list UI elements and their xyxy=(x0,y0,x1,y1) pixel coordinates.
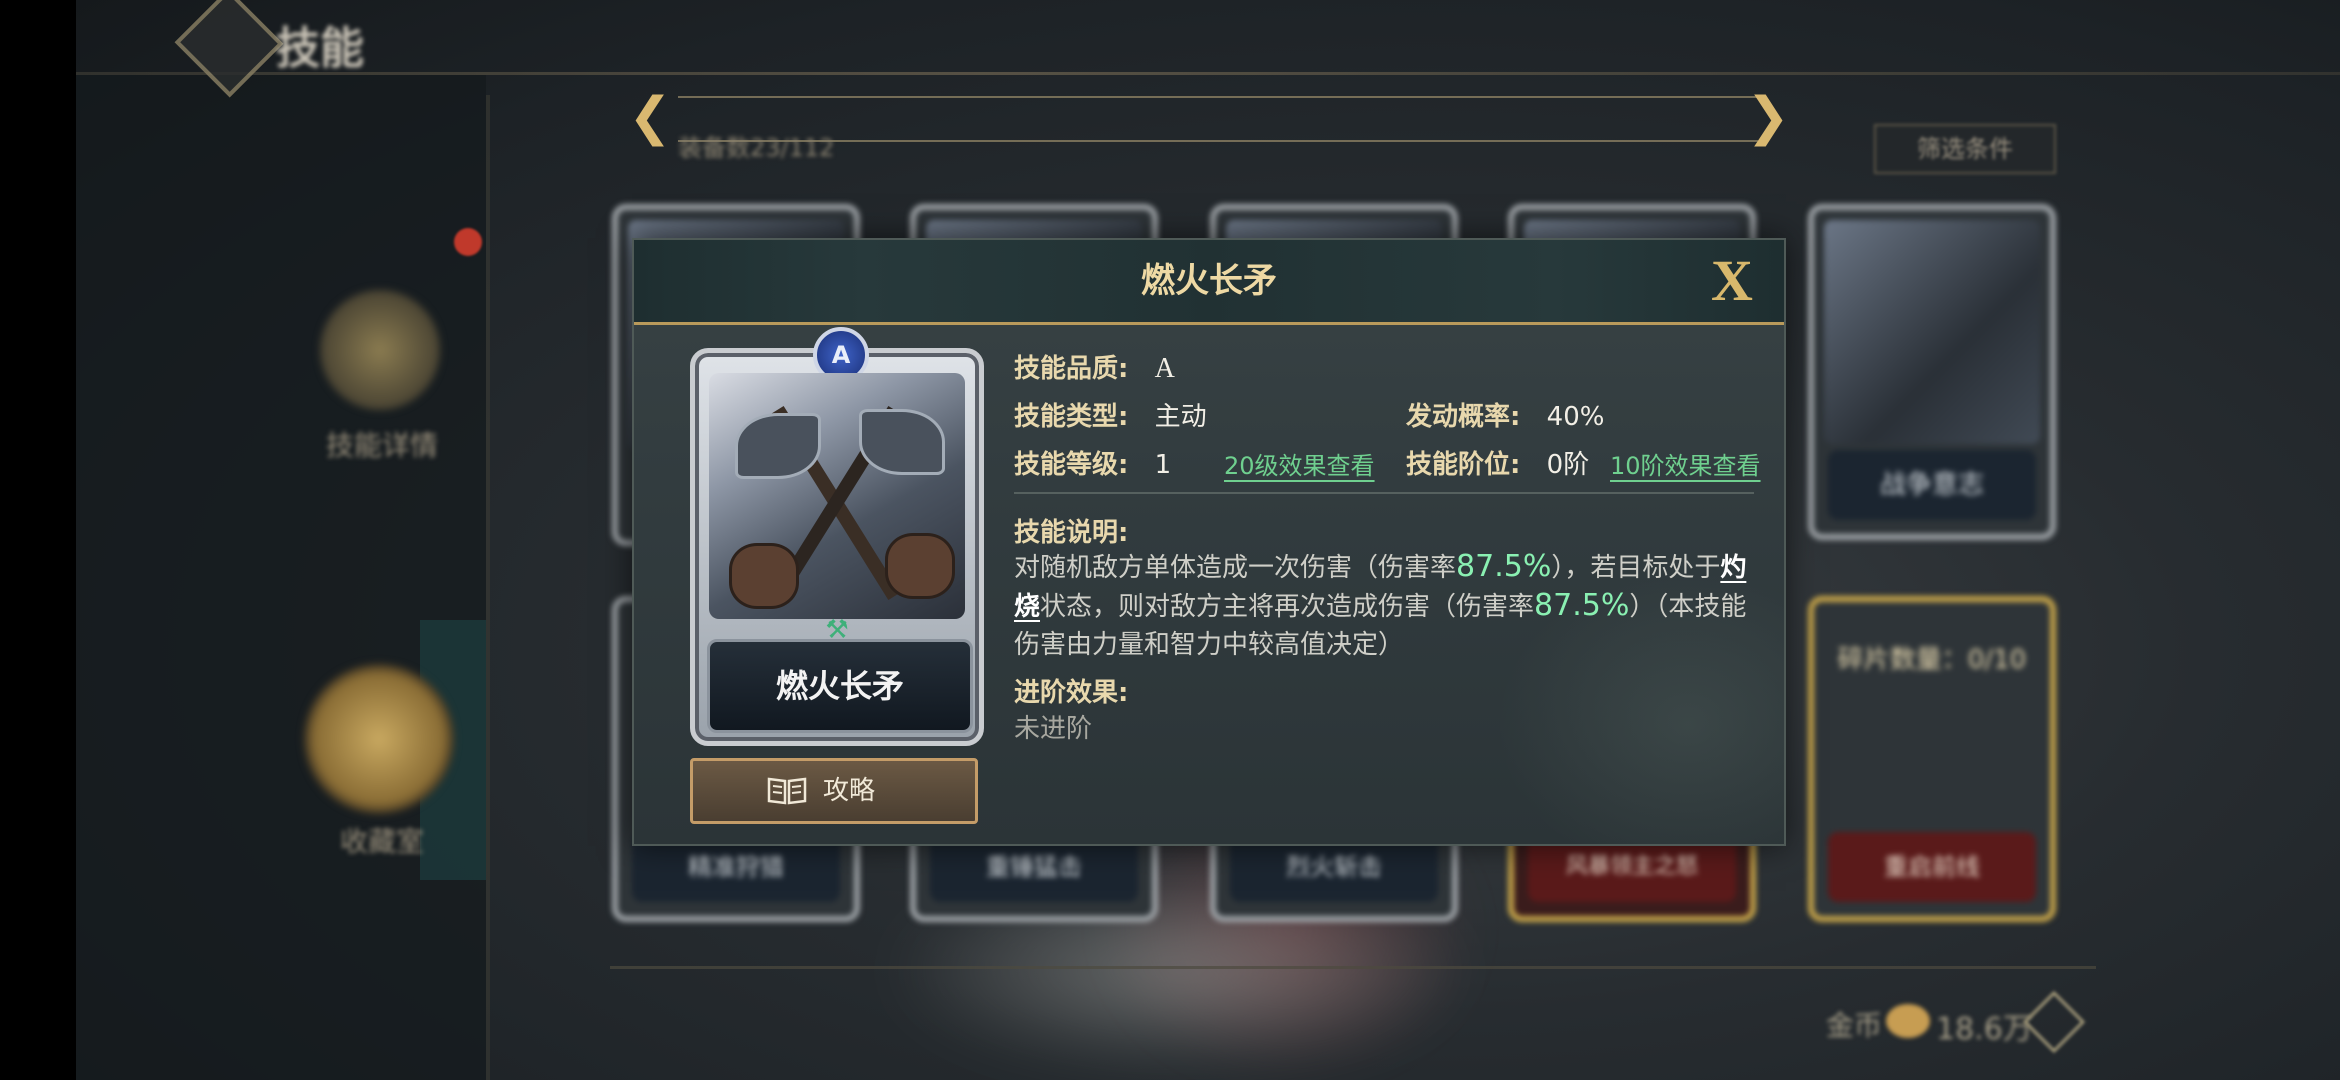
card-label-text: 战争意志 xyxy=(1879,470,1984,500)
currency-amount: 18.6万 xyxy=(1936,1012,2033,1047)
description-label-row: 技能说明: xyxy=(1014,512,1128,549)
dialog-title: 燃火长矛 xyxy=(1141,261,1277,301)
description-text: 对随机敌方单体造成一次伤害（伤害率 xyxy=(1014,553,1457,583)
trigger-row: 发动概率: 40% xyxy=(1406,396,1604,433)
page-title: 技能 xyxy=(276,23,364,74)
quality-value: A xyxy=(1154,353,1175,384)
gauntlet xyxy=(729,543,799,609)
bottom-divider xyxy=(610,966,2096,969)
level-effect-link[interactable]: 20级效果查看 xyxy=(1224,452,1375,480)
guide-button[interactable]: 攻略 xyxy=(690,758,978,824)
quality-label: 技能品质: xyxy=(1014,354,1129,384)
description-label: 技能说明: xyxy=(1014,518,1129,548)
filter-dropdown[interactable]: 筛选条件 xyxy=(1874,124,2056,174)
card-art xyxy=(1824,220,2040,444)
fragment-count: 碎片数量：0/10 xyxy=(1837,645,2027,675)
damage-rate: 87.5% xyxy=(1456,549,1552,584)
left-divider xyxy=(486,95,490,1080)
quality-row: 技能品质: A xyxy=(1014,348,1175,385)
skill-detail-icon[interactable] xyxy=(320,290,440,410)
trigger-value: 40% xyxy=(1546,402,1605,432)
gauntlet xyxy=(885,533,955,599)
guide-button-label: 攻略 xyxy=(823,776,876,806)
collection-icon[interactable] xyxy=(304,664,454,814)
menu-item-skill-detail[interactable]: 技能详情 xyxy=(326,424,438,464)
skill-card[interactable]: 碎片数量：0/10 重启前线 xyxy=(1808,596,2056,922)
coin-icon xyxy=(1886,1004,1930,1038)
card-label-text: 重启前线 xyxy=(1884,853,1980,881)
level-effect-row: 20级效果查看 xyxy=(1224,446,1375,481)
advance-value: 未进阶 xyxy=(1014,714,1093,744)
equip-count-text: 装备数23/112 xyxy=(678,134,835,162)
type-row: 技能类型: 主动 xyxy=(1014,396,1207,433)
card-name: 燃火长矛 xyxy=(775,667,904,705)
dialog-header: 燃火长矛 X xyxy=(634,240,1784,325)
damage-rate: 87.5% xyxy=(1534,588,1630,623)
skill-description: 对随机敌方单体造成一次伤害（伤害率87.5%），若目标处于灼烧状态，则对敌方主将… xyxy=(1014,548,1754,664)
menu-item-collection[interactable]: 收藏室 xyxy=(340,820,424,860)
advance-label: 进阶效果: xyxy=(1014,678,1129,708)
stage-label: 技能阶位: xyxy=(1406,450,1521,480)
stage-effect-link[interactable]: 10阶效果查看 xyxy=(1610,452,1761,480)
book-icon xyxy=(767,777,807,805)
card-label: 重启前线 xyxy=(1828,832,2036,902)
card-name-plate: 燃火长矛 xyxy=(707,639,973,733)
left-menu-panel xyxy=(76,75,486,1080)
axe-head xyxy=(859,409,945,475)
stage-effect-row: 10阶效果查看 xyxy=(1610,446,1761,481)
level-value: 1 xyxy=(1154,450,1172,480)
description-text: 状态，则对敌方主将再次造成伤害（伤害率 xyxy=(1040,592,1535,622)
notification-dot xyxy=(454,228,482,256)
skill-card-large: A ⚒ 燃火长矛 xyxy=(690,327,984,746)
currency-label: 金币 xyxy=(1826,1009,1883,1042)
category-scroll-bar[interactable] xyxy=(678,96,1758,142)
left-black-bar xyxy=(0,0,76,1080)
fields-divider xyxy=(1014,492,1754,494)
level-label: 技能等级: xyxy=(1014,450,1129,480)
description-text: ），若目标处于 xyxy=(1551,553,1721,583)
stage-row: 技能阶位: 0阶 xyxy=(1406,444,1589,481)
skill-detail-dialog: 燃火长矛 X A ⚒ 燃火长矛 攻略 技能品质: A 技能类型: 主动 发动概率… xyxy=(632,238,1786,846)
skill-card[interactable]: 战争意志 xyxy=(1808,204,2056,540)
prev-arrow-icon[interactable]: ❮ xyxy=(628,90,672,144)
close-icon[interactable]: X xyxy=(1702,246,1762,316)
type-label: 技能类型: xyxy=(1014,402,1129,432)
stage-value: 0阶 xyxy=(1546,450,1590,480)
level-row: 技能等级: 1 xyxy=(1014,444,1171,481)
skill-art xyxy=(709,373,965,619)
top-bar-divider xyxy=(76,72,2340,75)
axe-head xyxy=(735,413,821,479)
type-value: 主动 xyxy=(1154,402,1207,432)
card-label: 战争意志 xyxy=(1828,450,2036,520)
next-arrow-icon[interactable]: ❯ xyxy=(1746,90,1790,144)
trigger-label: 发动概率: xyxy=(1406,402,1521,432)
